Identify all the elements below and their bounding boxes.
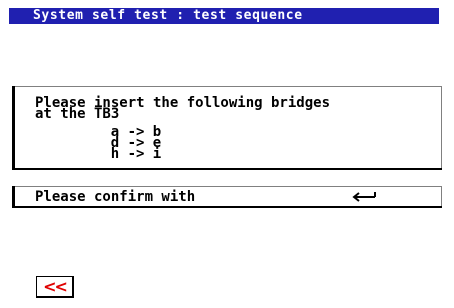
back-button[interactable]: << xyxy=(36,276,74,298)
bridge-item: h -> i xyxy=(108,146,164,162)
bridge-from: h xyxy=(110,146,120,162)
self-test-screen: System self test : test sequence Please … xyxy=(0,0,454,308)
instruction-panel: Please insert the following bridges at t… xyxy=(12,86,442,170)
enter-key-icon xyxy=(352,192,376,202)
bridge-arrow: -> xyxy=(127,146,145,162)
screen-title: System self test : test sequence xyxy=(9,8,439,24)
back-button-label: << xyxy=(43,276,68,296)
bridge-to: i xyxy=(152,146,162,162)
confirm-panel: Please confirm with xyxy=(12,186,442,208)
confirm-text: Please confirm with xyxy=(35,189,196,205)
instruction-line-2: at the TB3 xyxy=(35,106,120,122)
